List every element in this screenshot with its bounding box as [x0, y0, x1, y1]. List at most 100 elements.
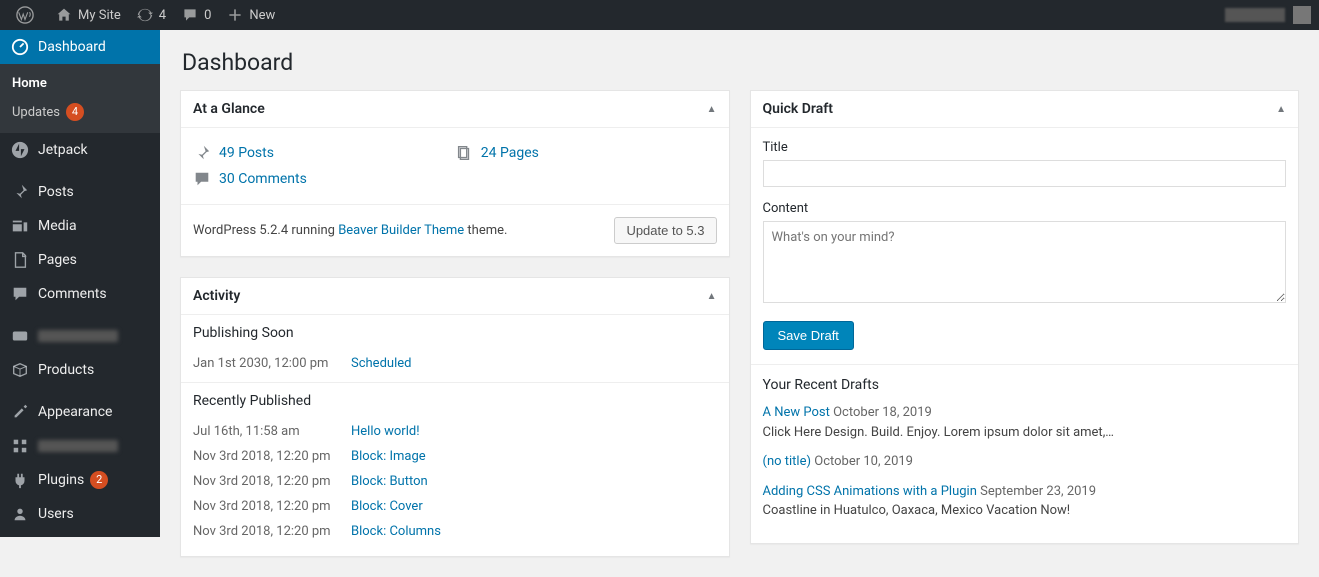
- qd-title-input[interactable]: [763, 160, 1287, 187]
- activity-row: Jul 16th, 11:58 amHello world!: [181, 419, 729, 444]
- activity-date: Nov 3rd 2018, 12:20 pm: [193, 474, 351, 489]
- activity-row: Nov 3rd 2018, 12:20 pmBlock: Button: [181, 469, 729, 494]
- quick-draft-box: Quick Draft▲ Title Content Save Draft Yo…: [750, 90, 1300, 544]
- activity-row: Nov 3rd 2018, 12:20 pmBlock: Cover: [181, 494, 729, 519]
- site-name-link[interactable]: My Site: [48, 0, 129, 30]
- sidebar-item-plugins[interactable]: Plugins2: [0, 463, 160, 497]
- wp-logo[interactable]: [8, 0, 48, 30]
- products-icon: [10, 361, 30, 379]
- sidebar-item-posts[interactable]: Posts: [0, 175, 160, 209]
- user-avatar[interactable]: [1293, 6, 1311, 24]
- sidebar-item-label: Users: [38, 506, 74, 522]
- theme-link[interactable]: Beaver Builder Theme: [338, 223, 464, 238]
- main-content: Dashboard At a Glance ▲ 49 Posts 24 Pages…: [160, 30, 1319, 577]
- save-draft-button[interactable]: Save Draft: [763, 321, 854, 350]
- activity-date: Nov 3rd 2018, 12:20 pm: [193, 449, 351, 464]
- box-title: At a Glance: [193, 101, 265, 117]
- comment-icon: [10, 285, 30, 303]
- activity-post-link[interactable]: Block: Button: [351, 474, 428, 489]
- sidebar-item-label: Dashboard: [38, 39, 106, 55]
- collapse-icon[interactable]: ▲: [1276, 104, 1286, 115]
- wordpress-icon: [16, 6, 34, 24]
- pin-icon: [193, 144, 211, 162]
- sidebar-item-appearance[interactable]: Appearance: [0, 395, 160, 429]
- page-title: Dashboard: [180, 40, 1299, 90]
- sidebar-item-pages[interactable]: Pages: [0, 243, 160, 277]
- pages-icon: [10, 251, 30, 269]
- glance-posts-link[interactable]: 49 Posts: [193, 140, 455, 166]
- activity-date: Jan 1st 2030, 12:00 pm: [193, 356, 351, 371]
- draft-excerpt: Coastline in Huatulco, Oaxaca, Mexico Va…: [763, 501, 1287, 521]
- publishing-soon-heading: Publishing Soon: [181, 315, 729, 351]
- updates-link[interactable]: 4: [129, 0, 174, 30]
- draft-title-link[interactable]: A New Post: [763, 405, 830, 420]
- sidebar-item-label: Media: [38, 218, 77, 234]
- sidebar-item-label: Jetpack: [38, 142, 88, 158]
- activity-post-link[interactable]: Scheduled: [351, 356, 411, 371]
- activity-header[interactable]: Activity ▲: [181, 278, 729, 315]
- activity-post-link[interactable]: Block: Cover: [351, 499, 423, 514]
- sidebar-item-products[interactable]: Products: [0, 353, 160, 387]
- sidebar-item-label: Products: [38, 362, 94, 378]
- draft-date: September 23, 2019: [980, 484, 1096, 499]
- quick-draft-header[interactable]: Quick Draft ▲: [751, 91, 1299, 128]
- dashboard-icon: [10, 38, 30, 56]
- box-title: Quick Draft: [763, 101, 833, 117]
- sidebar-item-jetpack[interactable]: Jetpack: [0, 133, 160, 167]
- new-content-link[interactable]: New: [219, 0, 283, 30]
- draft-title-link[interactable]: (no title): [763, 454, 812, 469]
- collapse-icon[interactable]: ▲: [707, 291, 717, 302]
- recent-drafts-heading: Your Recent Drafts: [763, 377, 1287, 393]
- refresh-icon: [137, 7, 153, 23]
- sidebar-item-blurred-2[interactable]: [0, 429, 160, 463]
- site-name-label: My Site: [78, 8, 121, 23]
- draft-item: (no title) October 10, 2019: [763, 452, 1287, 472]
- jetpack-icon: [10, 141, 30, 159]
- comments-link[interactable]: 0: [174, 0, 219, 30]
- draft-item: Adding CSS Animations with a Plugin Sept…: [763, 482, 1287, 521]
- draft-date: October 10, 2019: [814, 454, 913, 469]
- collapse-icon[interactable]: ▲: [707, 104, 717, 115]
- qd-content-textarea[interactable]: [763, 221, 1287, 303]
- submenu-home[interactable]: Home: [0, 70, 160, 97]
- admin-toolbar: My Site 4 0 New: [0, 0, 1319, 30]
- user-name-blurred: [1225, 8, 1285, 22]
- sidebar-item-users[interactable]: Users: [0, 497, 160, 531]
- woo-icon: [10, 327, 30, 345]
- sidebar-item-label: Appearance: [38, 404, 112, 420]
- activity-post-link[interactable]: Hello world!: [351, 424, 420, 439]
- users-icon: [10, 505, 30, 523]
- comment-icon: [193, 170, 211, 188]
- glance-pages-link[interactable]: 24 Pages: [455, 140, 717, 166]
- submenu-updates[interactable]: Updates4: [0, 97, 160, 127]
- appearance-icon: [10, 403, 30, 421]
- activity-row: Nov 3rd 2018, 12:20 pmBlock: Columns: [181, 519, 729, 544]
- sidebar-item-label: Plugins: [38, 472, 84, 488]
- admin-sidebar: Dashboard Home Updates4 Jetpack Posts Me…: [0, 30, 160, 537]
- home-icon: [56, 7, 72, 23]
- draft-title-link[interactable]: Adding CSS Animations with a Plugin: [763, 484, 977, 499]
- activity-box: Activity ▲ Publishing Soon Jan 1st 2030, …: [180, 277, 730, 557]
- updates-count: 4: [159, 8, 166, 23]
- glance-footer: WordPress 5.2.4 running Beaver Builder T…: [181, 204, 729, 256]
- update-wp-button[interactable]: Update to 5.3: [614, 217, 716, 244]
- box-title: Activity: [193, 288, 240, 304]
- at-a-glance-box: At a Glance ▲ 49 Posts 24 Pages 30 Commen…: [180, 90, 730, 257]
- activity-post-link[interactable]: Block: Image: [351, 449, 426, 464]
- activity-date: Nov 3rd 2018, 12:20 pm: [193, 499, 351, 514]
- activity-row: Nov 3rd 2018, 12:20 pmBlock: Image: [181, 444, 729, 469]
- sidebar-item-blurred-1[interactable]: [0, 319, 160, 353]
- sidebar-item-dashboard[interactable]: Dashboard: [0, 30, 160, 64]
- activity-row: Jan 1st 2030, 12:00 pmScheduled: [181, 351, 729, 376]
- draft-date: October 18, 2019: [833, 405, 932, 420]
- glance-comments-link[interactable]: 30 Comments: [193, 166, 455, 192]
- comment-icon: [182, 7, 198, 23]
- sidebar-item-comments[interactable]: Comments: [0, 277, 160, 311]
- sidebar-item-label: [38, 440, 118, 452]
- qd-content-label: Content: [763, 201, 1287, 216]
- sidebar-item-media[interactable]: Media: [0, 209, 160, 243]
- updates-badge: 4: [66, 103, 84, 121]
- at-a-glance-header[interactable]: At a Glance ▲: [181, 91, 729, 128]
- plus-icon: [227, 7, 243, 23]
- new-label: New: [249, 8, 275, 23]
